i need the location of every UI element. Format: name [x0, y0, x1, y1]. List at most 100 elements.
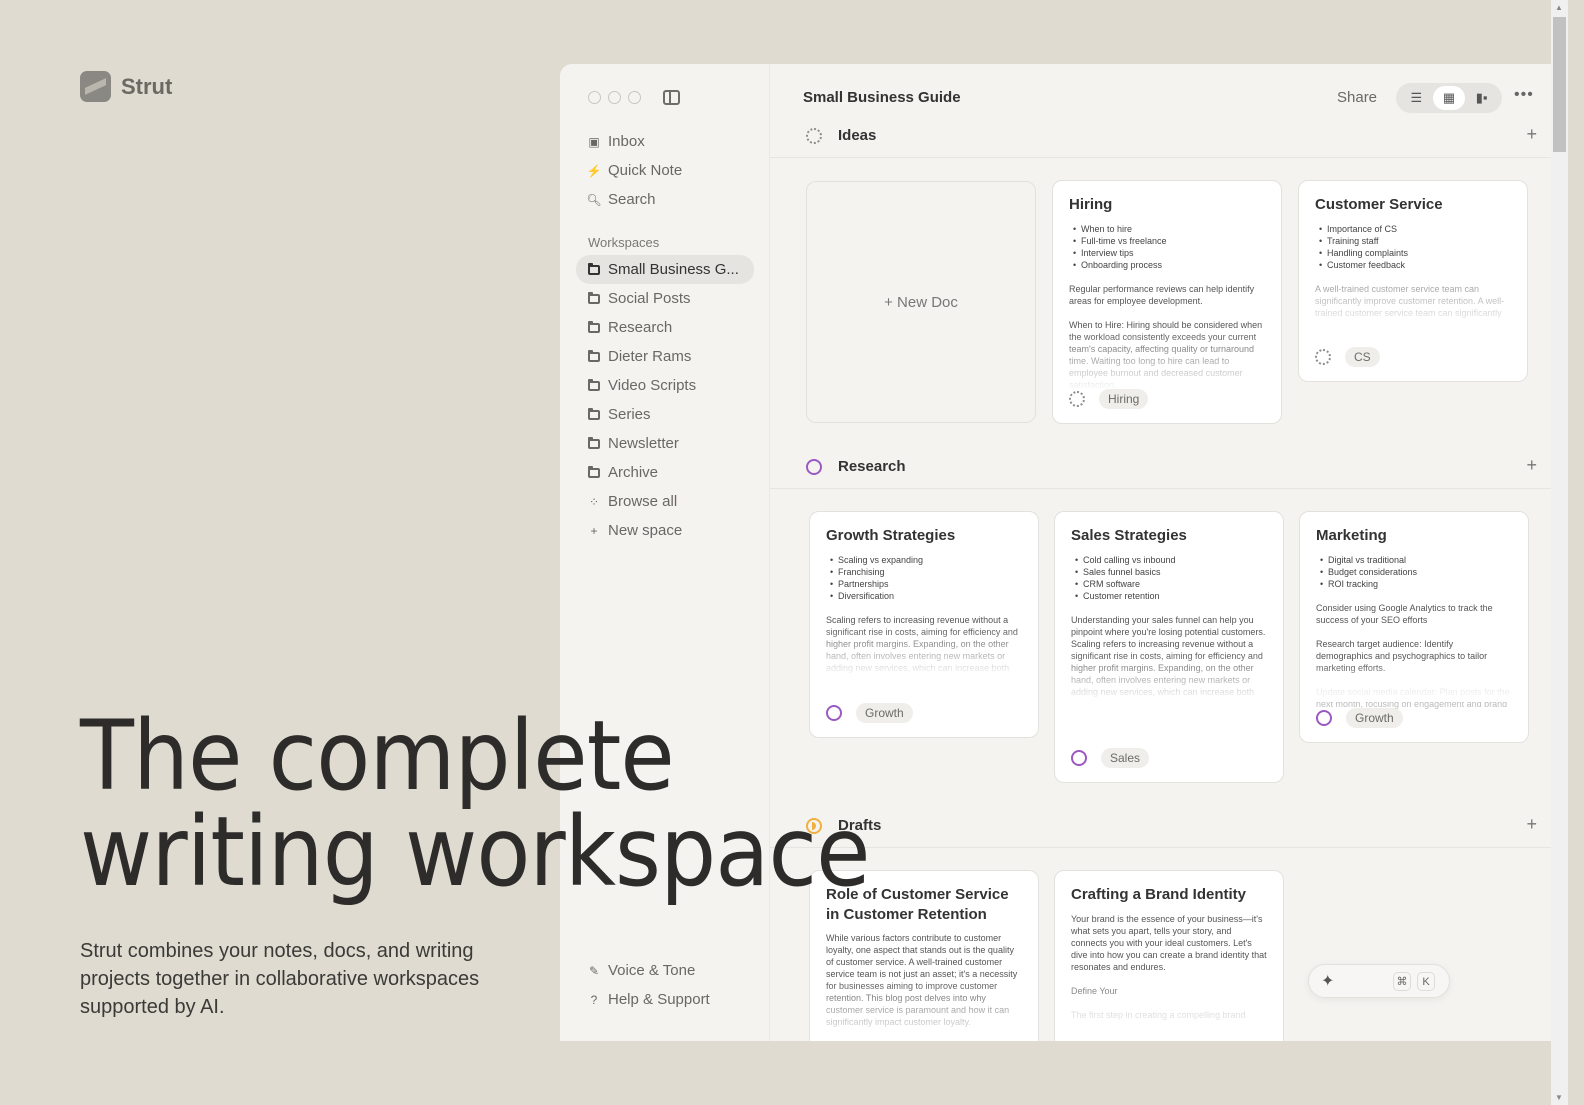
sidebar-item-archive[interactable]: Archive: [576, 458, 754, 487]
folder-icon: [588, 320, 600, 333]
card-fade: [810, 981, 1038, 1041]
new-doc-card[interactable]: + New Doc: [806, 181, 1036, 423]
sidebar-item-help-support[interactable]: ? Help & Support: [576, 985, 754, 1014]
card-fade: [1053, 331, 1281, 391]
doc-card-crafting-brand-identity[interactable]: Crafting a Brand Identity Your brand is …: [1054, 870, 1284, 1041]
status-backlog-icon: [806, 128, 822, 144]
grid-view-icon[interactable]: ▦: [1432, 86, 1465, 110]
hero-line-2: writing workspace: [80, 796, 870, 908]
card-bullet: Sales funnel basics: [1071, 566, 1267, 578]
sidebar-bottom-nav: ✎ Voice & Tone ? Help & Support: [576, 956, 754, 1014]
sidebar-item-newsletter[interactable]: Newsletter: [576, 429, 754, 458]
card-bullet: Handling complaints: [1315, 247, 1511, 259]
ai-command-bar[interactable]: ✦ ⌘ K: [1308, 964, 1450, 998]
sidebar-item-dieter-rams[interactable]: Dieter Rams: [576, 342, 754, 371]
card-bullet: Partnerships: [826, 578, 1022, 590]
sidebar-item-label: Newsletter: [608, 435, 679, 452]
view-switcher: ☰ ▦ ▮▪: [1396, 83, 1502, 113]
add-doc-button[interactable]: +: [1526, 455, 1537, 476]
section-title: Research: [838, 458, 906, 475]
sidebar-item-new-space[interactable]: + New space: [576, 516, 754, 545]
scroll-down-icon[interactable]: ▼: [1555, 1093, 1563, 1102]
card-footer: Sales: [1071, 748, 1150, 768]
sidebar-item-label: Browse all: [608, 493, 678, 510]
sidebar-item-label: Research: [608, 319, 673, 336]
card-text: Your brand is the essence of your busine…: [1071, 913, 1267, 972]
card-footer: CS: [1315, 347, 1380, 367]
sidebar-item-social-posts[interactable]: Social Posts: [576, 284, 754, 313]
new-doc-label: + New Doc: [884, 293, 958, 311]
card-bullet: When to hire: [1069, 223, 1265, 235]
doc-card-sales-strategies[interactable]: Sales Strategies Cold calling vs inbound…: [1054, 511, 1284, 783]
tag-badge[interactable]: Sales: [1101, 748, 1150, 768]
card-text: Regular performance reviews can help ide…: [1069, 283, 1255, 306]
doc-card-growth-strategies[interactable]: Growth Strategies Scaling vs expanding F…: [809, 511, 1039, 738]
card-fade: [1055, 652, 1283, 702]
sidebar-item-search[interactable]: 🔍︎ Search: [576, 185, 754, 214]
close-window-button[interactable]: [588, 91, 601, 104]
help-icon: ?: [590, 992, 598, 1007]
brand[interactable]: Strut: [80, 71, 172, 102]
sidebar-item-series[interactable]: Series: [576, 400, 754, 429]
section-title: Ideas: [838, 127, 877, 144]
window-controls: [588, 91, 641, 104]
sidebar-item-label: Help & Support: [608, 991, 710, 1008]
doc-card-customer-service[interactable]: Customer Service Importance of CS Traini…: [1298, 180, 1528, 382]
card-bullet: Importance of CS: [1315, 223, 1511, 235]
minimize-window-button[interactable]: [608, 91, 621, 104]
sidebar-item-browse-all[interactable]: ⁘ Browse all: [576, 487, 754, 516]
page-scrollbar[interactable]: ▲ ▼: [1551, 0, 1568, 1105]
card-title: Marketing: [1316, 527, 1387, 544]
sidebar-item-label: Inbox: [608, 133, 645, 150]
sidebar-item-label: Small Business G...: [608, 261, 739, 278]
list-view-icon[interactable]: ☰: [1400, 86, 1432, 110]
sidebar-item-label: Archive: [608, 464, 659, 481]
sidebar-toggle-icon[interactable]: [663, 90, 680, 105]
sidebar-item-research[interactable]: Research: [576, 313, 754, 342]
folder-icon: [588, 465, 600, 478]
scroll-up-icon[interactable]: ▲: [1555, 3, 1563, 12]
sidebar-item-inbox[interactable]: ▣ Inbox: [576, 127, 754, 156]
new-doc-text: New Doc: [897, 293, 958, 311]
more-options-icon[interactable]: •••: [1514, 86, 1534, 104]
board-view-icon[interactable]: ▮▪: [1466, 86, 1498, 110]
card-fade: [1300, 662, 1528, 702]
hero-subtext: Strut combines your notes, docs, and wri…: [80, 940, 480, 1018]
card-fade: [1055, 991, 1283, 1041]
card-bullet: CRM software: [1071, 578, 1267, 590]
card-fade: [1299, 281, 1527, 331]
sparkle-icon: ✦: [1321, 973, 1335, 990]
card-title: Sales Strategies: [1071, 527, 1187, 544]
card-bullet: Training staff: [1315, 235, 1511, 247]
strut-logo-icon: [80, 71, 111, 102]
card-title: Customer Service: [1315, 196, 1443, 213]
sidebar-top-nav: ▣ Inbox ⚡ Quick Note 🔍︎ Search: [576, 127, 754, 214]
brand-name: Strut: [121, 73, 173, 99]
tag-badge[interactable]: Hiring: [1099, 389, 1149, 409]
tag-badge[interactable]: Growth: [1346, 708, 1403, 728]
card-bullet: Budget considerations: [1316, 566, 1512, 578]
maximize-window-button[interactable]: [628, 91, 641, 104]
tag-badge[interactable]: CS: [1345, 347, 1380, 367]
add-doc-button[interactable]: +: [1526, 814, 1537, 835]
share-button[interactable]: Share: [1337, 89, 1377, 106]
workspaces-list: Small Business G... Social Posts Researc…: [576, 255, 754, 545]
add-doc-button[interactable]: +: [1526, 124, 1537, 145]
sidebar-item-video-scripts[interactable]: Video Scripts: [576, 371, 754, 400]
card-bullet: Onboarding process: [1069, 259, 1265, 271]
sidebar-item-label: Video Scripts: [608, 377, 697, 394]
search-icon: 🔍︎: [586, 192, 602, 207]
folder-icon: [588, 407, 600, 420]
card-title: Growth Strategies: [826, 527, 956, 544]
card-bullets: Scaling vs expanding Franchising Partner…: [826, 554, 1022, 602]
sidebar-item-label: Dieter Rams: [608, 348, 692, 365]
sidebar-item-quick-note[interactable]: ⚡ Quick Note: [576, 156, 754, 185]
card-fade: [810, 627, 1038, 677]
sidebar-item-small-business-guide[interactable]: Small Business G...: [576, 255, 754, 284]
card-footer: Hiring: [1069, 389, 1149, 409]
doc-card-hiring[interactable]: Hiring When to hire Full-time vs freelan…: [1052, 180, 1282, 424]
cmd-key: ⌘: [1393, 972, 1411, 991]
scrollbar-thumb[interactable]: [1553, 17, 1566, 152]
sidebar-item-voice-tone[interactable]: ✎ Voice & Tone: [576, 956, 754, 985]
doc-card-marketing[interactable]: Marketing Digital vs traditional Budget …: [1299, 511, 1529, 743]
